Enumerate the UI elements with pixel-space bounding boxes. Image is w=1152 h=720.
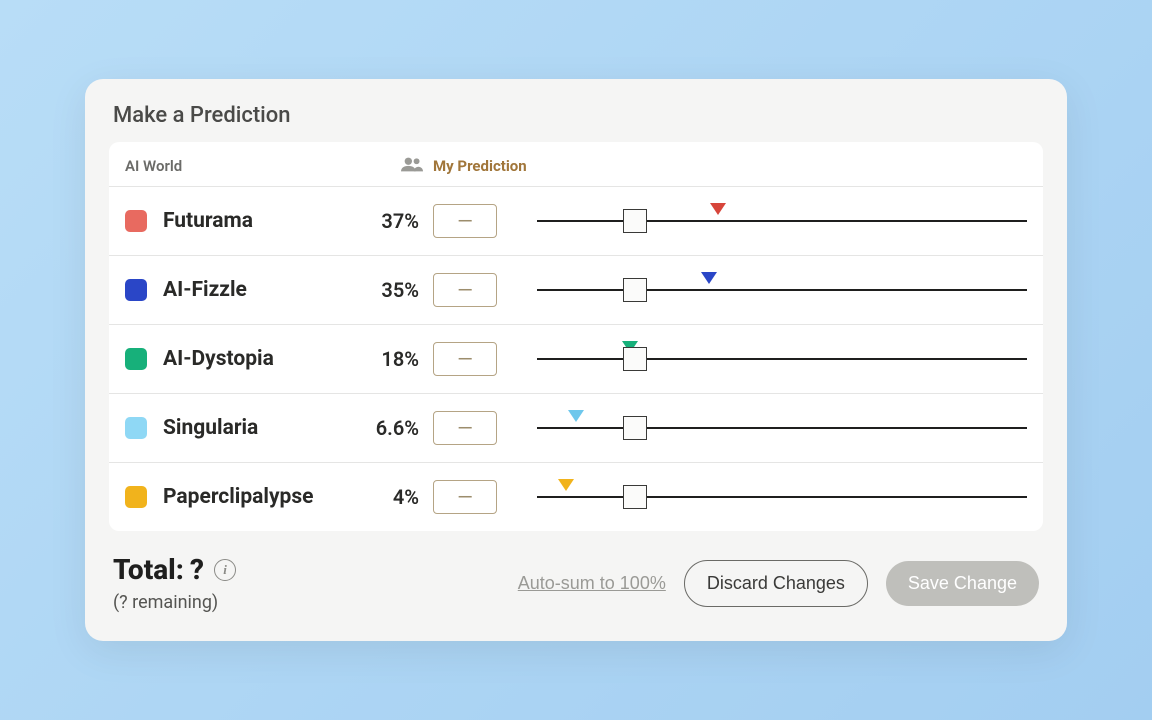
table-row: Singularia 6.6% — bbox=[109, 394, 1043, 463]
total-value: ? bbox=[190, 553, 204, 586]
save-button[interactable]: Save Change bbox=[886, 561, 1039, 606]
crowd-marker-icon bbox=[710, 203, 726, 215]
color-swatch bbox=[125, 348, 147, 370]
prediction-input[interactable]: — bbox=[433, 411, 497, 445]
world-name: Singularia bbox=[163, 416, 343, 440]
crowd-percent: 35% bbox=[353, 278, 423, 302]
remaining-text: (? remaining) bbox=[113, 592, 236, 613]
slider-handle[interactable] bbox=[623, 278, 647, 302]
world-name: AI-Fizzle bbox=[163, 278, 343, 302]
slider-handle[interactable] bbox=[623, 209, 647, 233]
discard-button[interactable]: Discard Changes bbox=[684, 560, 868, 607]
crowd-marker-icon bbox=[558, 479, 574, 491]
people-icon bbox=[401, 156, 423, 172]
header-world: AI World bbox=[125, 157, 343, 175]
prediction-input[interactable]: — bbox=[433, 273, 497, 307]
color-swatch bbox=[125, 417, 147, 439]
world-name: Futurama bbox=[163, 209, 343, 233]
prediction-slider[interactable] bbox=[523, 203, 1027, 239]
prediction-slider[interactable] bbox=[523, 410, 1027, 446]
table-row: Paperclipalypse 4% — bbox=[109, 463, 1043, 531]
color-swatch bbox=[125, 210, 147, 232]
color-swatch bbox=[125, 279, 147, 301]
footer-actions: Auto-sum to 100% Discard Changes Save Ch… bbox=[518, 560, 1039, 607]
autosum-link[interactable]: Auto-sum to 100% bbox=[518, 573, 666, 594]
world-name: Paperclipalypse bbox=[163, 485, 343, 509]
crowd-marker-icon bbox=[568, 410, 584, 422]
card-footer: Total: ? i (? remaining) Auto-sum to 100… bbox=[109, 553, 1043, 613]
crowd-percent: 37% bbox=[353, 209, 423, 233]
slider-track bbox=[537, 427, 1027, 429]
slider-track bbox=[537, 289, 1027, 291]
prediction-slider[interactable] bbox=[523, 272, 1027, 308]
total-label: Total: bbox=[113, 553, 184, 586]
slider-handle[interactable] bbox=[623, 347, 647, 371]
card-title: Make a Prediction bbox=[109, 103, 1043, 128]
crowd-percent: 6.6% bbox=[353, 416, 423, 440]
slider-track bbox=[537, 496, 1027, 498]
world-name: AI-Dystopia bbox=[163, 347, 343, 371]
slider-track bbox=[537, 220, 1027, 222]
prediction-slider[interactable] bbox=[523, 341, 1027, 377]
color-swatch bbox=[125, 486, 147, 508]
prediction-input[interactable]: — bbox=[433, 204, 497, 238]
table-header: AI World My Prediction bbox=[109, 142, 1043, 187]
table-row: AI-Dystopia 18% — bbox=[109, 325, 1043, 394]
slider-handle[interactable] bbox=[623, 485, 647, 509]
prediction-card: Make a Prediction AI World My Prediction… bbox=[85, 79, 1067, 641]
total-block: Total: ? i (? remaining) bbox=[113, 553, 236, 613]
header-my-prediction: My Prediction bbox=[433, 157, 1027, 175]
crowd-percent: 4% bbox=[353, 485, 423, 509]
header-crowd-icon bbox=[353, 156, 423, 176]
crowd-percent: 18% bbox=[353, 347, 423, 371]
table-row: Futurama 37% — bbox=[109, 187, 1043, 256]
prediction-input[interactable]: — bbox=[433, 342, 497, 376]
slider-handle[interactable] bbox=[623, 416, 647, 440]
table-row: AI-Fizzle 35% — bbox=[109, 256, 1043, 325]
crowd-marker-icon bbox=[701, 272, 717, 284]
prediction-slider[interactable] bbox=[523, 479, 1027, 515]
prediction-input[interactable]: — bbox=[433, 480, 497, 514]
total-line: Total: ? i bbox=[113, 553, 236, 586]
prediction-table: AI World My Prediction Futurama 37% — AI… bbox=[109, 142, 1043, 531]
info-icon[interactable]: i bbox=[214, 559, 236, 581]
slider-track bbox=[537, 358, 1027, 360]
